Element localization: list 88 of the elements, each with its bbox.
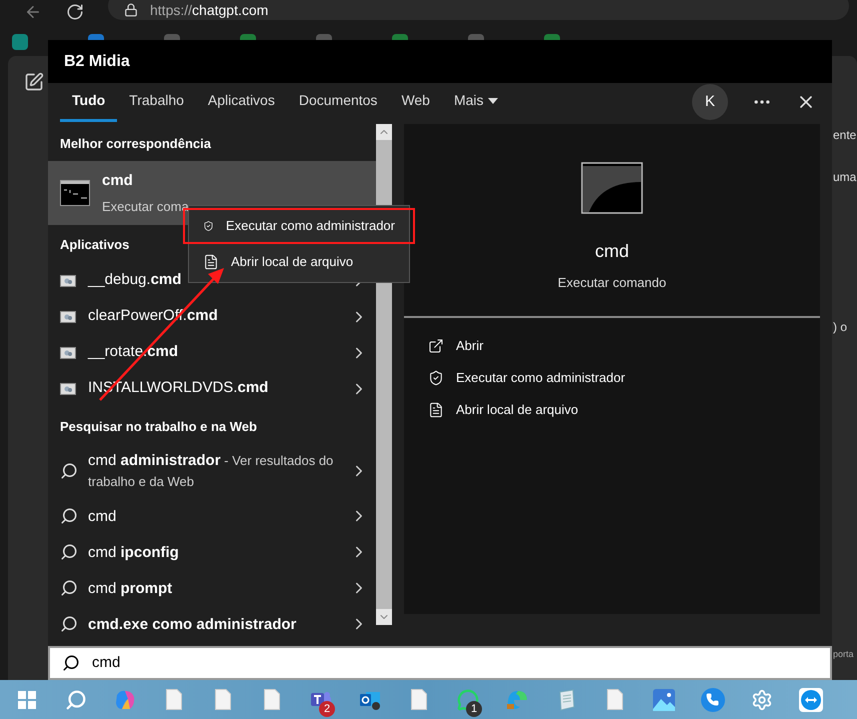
result-title: __rotate.cmd (88, 342, 180, 362)
search-field[interactable]: cmd (48, 646, 832, 680)
script-icon (60, 382, 76, 395)
result-item[interactable]: cmd (48, 498, 376, 534)
preview-title: cmd (594, 240, 629, 263)
windows-logo-icon (18, 690, 36, 708)
bookmark-icon[interactable] (240, 34, 256, 40)
url-text: https://chatgpt.com (150, 0, 268, 20)
tab[interactable]: Aplicativos (196, 83, 287, 122)
bookmark-icon[interactable] (468, 34, 484, 40)
browser-wave-icon (506, 688, 528, 710)
back-icon[interactable] (24, 3, 42, 21)
lock-icon (124, 3, 138, 17)
result-item[interactable]: cmd ipconfig (48, 534, 376, 570)
page-text: ente (833, 127, 856, 144)
document-icon (166, 689, 182, 710)
result-title: cmd (88, 506, 118, 527)
bookmark-icon[interactable] (544, 34, 560, 40)
chat-bubble-icon (456, 688, 478, 710)
document-icon (428, 402, 444, 418)
result-item[interactable]: __rotate.cmd (48, 334, 376, 371)
refresh-icon[interactable] (66, 3, 84, 21)
document-icon (264, 689, 280, 710)
notification-badge: 2 (319, 701, 335, 717)
section-heading: Aplicativos (60, 236, 130, 254)
bookmark-icon[interactable] (392, 34, 408, 40)
phone-app-icon (700, 688, 724, 712)
terminal-icon (60, 180, 90, 206)
action-link[interactable]: Executar como administrador (428, 362, 796, 394)
result-item[interactable]: cmd prompt (48, 570, 376, 606)
page-text: porta (833, 648, 854, 661)
account-avatar[interactable]: K (692, 84, 728, 120)
tab[interactable]: Trabalho (117, 83, 196, 122)
section-heading: Melhor correspondência (60, 134, 211, 153)
remote-app-icon (798, 688, 822, 712)
image-app-icon (652, 688, 674, 710)
document-icon (606, 689, 622, 710)
search-icon (60, 615, 78, 634)
search-icon (60, 507, 78, 526)
search-icon (62, 654, 80, 672)
tab[interactable]: Mais (442, 83, 510, 122)
search-icon (60, 579, 78, 598)
taskbar-button[interactable]: 1 (443, 680, 492, 719)
result-title: cmd administrador - Ver resultados do trabalho e da Web (88, 451, 334, 492)
shield-icon (428, 370, 444, 386)
address-bar[interactable]: https://chatgpt.com (108, 0, 849, 20)
open-window-icon (428, 338, 444, 354)
document-icon (203, 254, 219, 270)
bookmark-icon[interactable] (316, 34, 332, 40)
notification-badge: 1 (466, 701, 482, 717)
script-icon (60, 346, 76, 359)
colorful-swirl-icon (114, 688, 136, 710)
tab[interactable]: Web (389, 83, 442, 122)
terminal-window-icon (581, 162, 643, 214)
action-link[interactable]: Abrir local de arquivo (428, 394, 796, 426)
search-icon (60, 543, 78, 562)
mail-app-icon (358, 690, 380, 710)
action-link[interactable]: Abrir (428, 330, 796, 362)
document-icon (410, 689, 426, 710)
tab[interactable]: Tudo (60, 83, 118, 122)
bookmark-icon[interactable] (12, 34, 28, 50)
taskbar-button[interactable]: 2 (296, 680, 345, 719)
new-chat-icon[interactable] (24, 72, 44, 92)
result-title: cmd prompt (88, 578, 174, 599)
shield-icon (203, 218, 214, 234)
window-title: B2 Midia (64, 52, 130, 72)
settings-icon (750, 688, 772, 710)
page-text: uma (833, 169, 856, 186)
menu-item[interactable]: Abrir local de arquivo (189, 244, 409, 280)
caret-icon (488, 98, 498, 104)
page-text: ) o (833, 319, 848, 336)
document-icon (214, 689, 230, 710)
result-item[interactable]: cmd administrador - Ver resultados do trabalho e da Web (48, 444, 376, 498)
section-heading: Pesquisar no trabalho e na Web (60, 418, 257, 436)
result-title: cmd.exe como administrador (88, 614, 298, 635)
result-title: __debug.cmd (88, 270, 182, 290)
preview-subtitle: Executar comando (558, 274, 666, 292)
result-title: cmd (102, 171, 134, 192)
search-icon (60, 462, 78, 480)
tab[interactable]: Documentos (286, 83, 390, 122)
script-icon (60, 274, 76, 287)
bookmark-icon[interactable] (164, 34, 180, 40)
script-icon (60, 310, 76, 323)
bookmark-icon[interactable] (88, 34, 104, 40)
search-icon (64, 688, 86, 710)
result-title: cmd ipconfig (88, 542, 180, 563)
menu-item[interactable]: Executar como administrador (183, 208, 415, 244)
result-item[interactable]: cmd.exe como administrador (48, 606, 376, 642)
